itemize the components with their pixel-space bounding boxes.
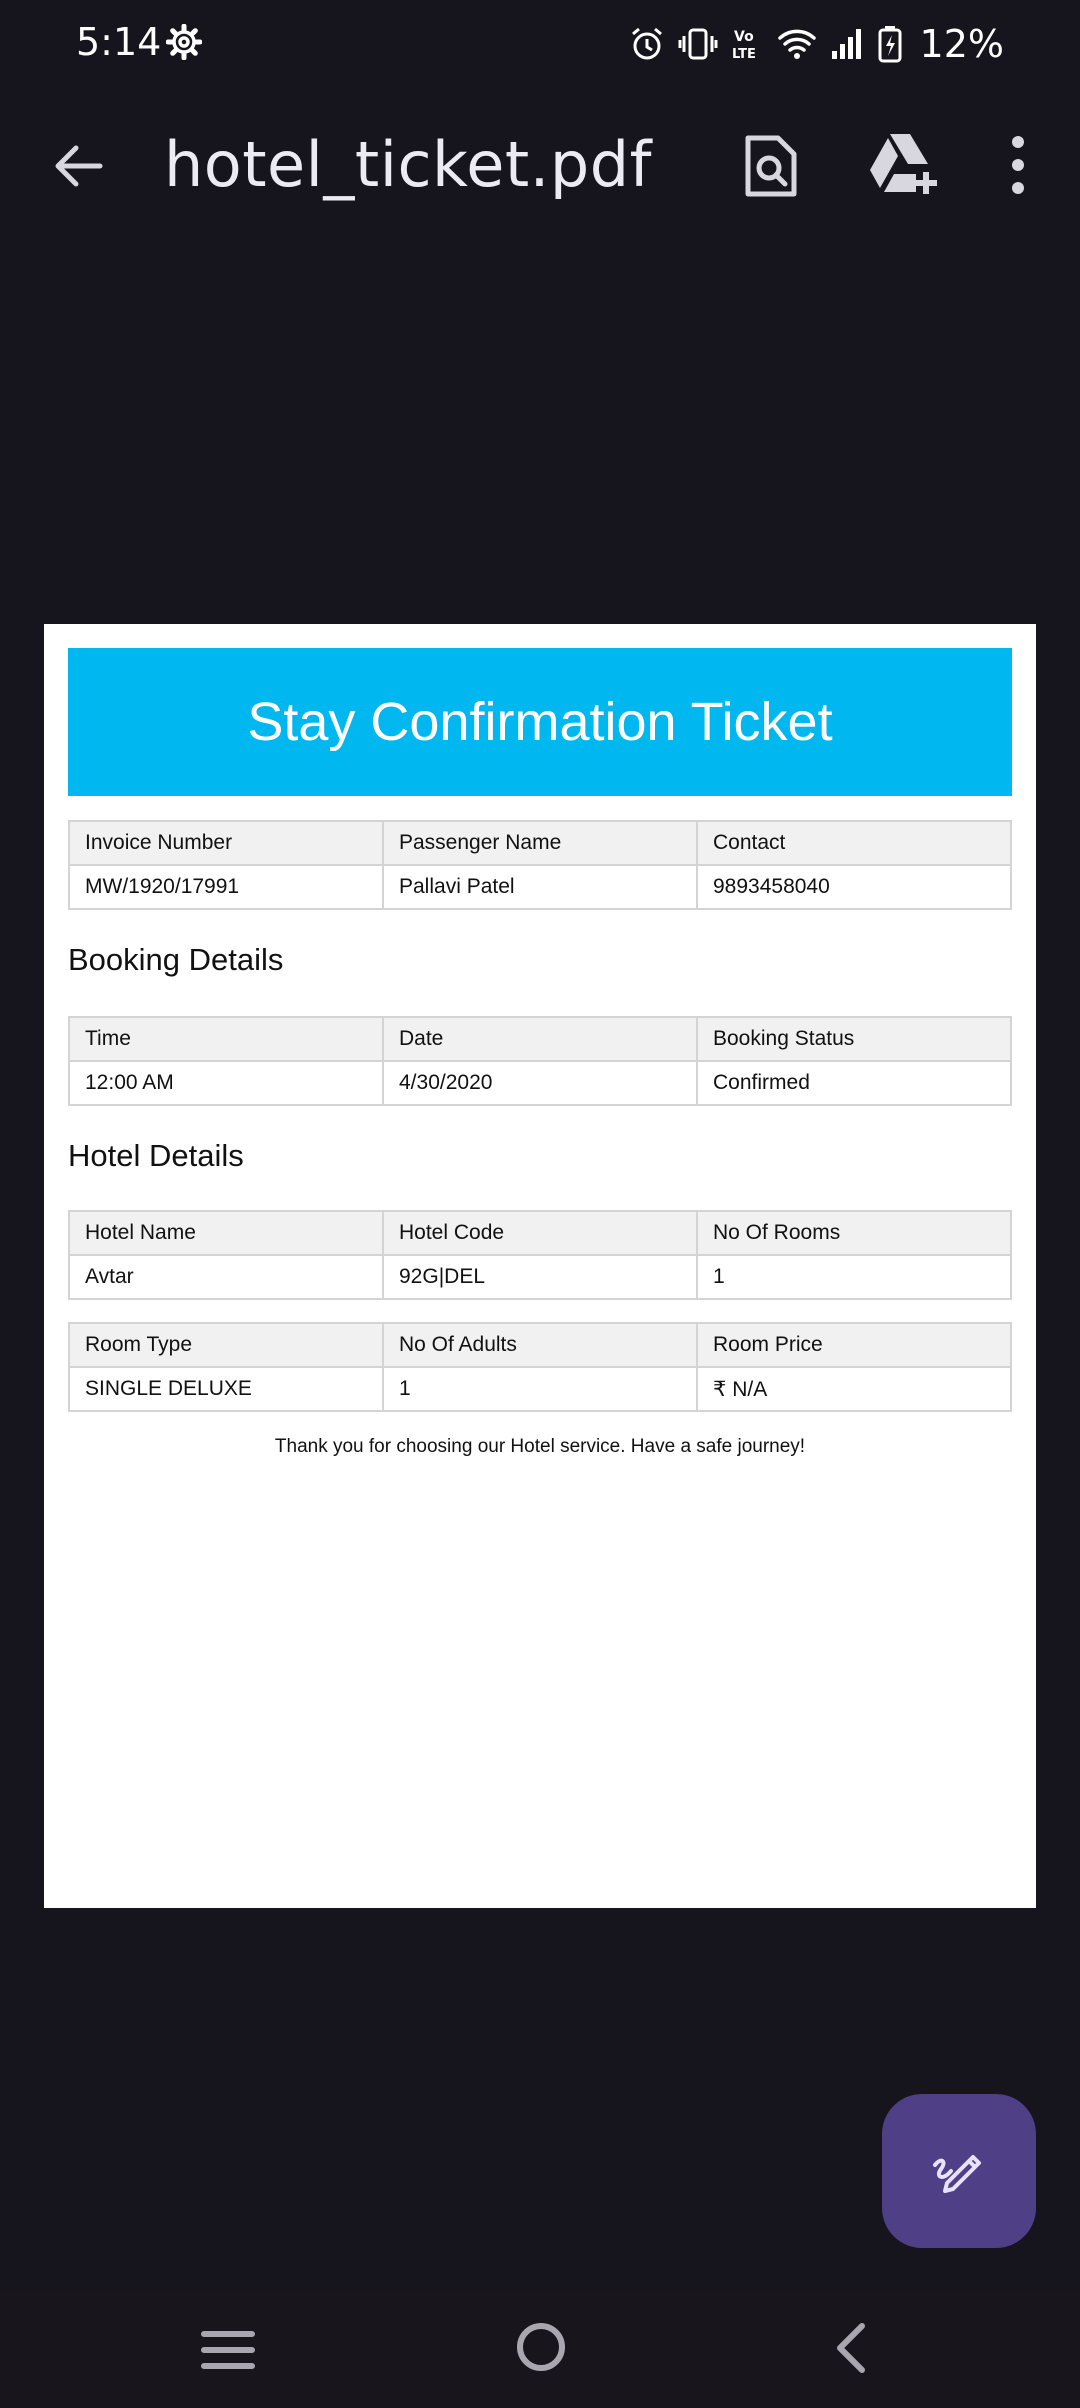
edit-fab-button[interactable] xyxy=(882,2094,1036,2248)
table-cell: MW/1920/17991 xyxy=(68,864,384,910)
table-header-cell: Room Price xyxy=(696,1322,1012,1368)
table-cell: 12:00 AM xyxy=(68,1060,384,1106)
table-cell: 1 xyxy=(696,1254,1012,1300)
document-title: hotel_ticket.pdf xyxy=(164,128,652,201)
banner-title: Stay Confirmation Ticket xyxy=(247,692,833,752)
table-header-row: Invoice Number Passenger Name Contact xyxy=(68,820,1012,866)
table-header-row: Room Type No Of Adults Room Price xyxy=(68,1322,1012,1368)
battery-charging-icon xyxy=(878,25,902,63)
thanks-message: Thank you for choosing our Hotel service… xyxy=(274,1436,806,1457)
table-cell: Pallavi Patel xyxy=(382,864,698,910)
back-chevron-icon[interactable] xyxy=(830,2320,870,2376)
booking-table: Time Date Booking Status 12:00 AM 4/30/2… xyxy=(68,1016,1012,1106)
table-cell: 4/30/2020 xyxy=(382,1060,698,1106)
table-cell: Avtar xyxy=(68,1254,384,1300)
settings-icon xyxy=(165,23,203,61)
search-document-icon[interactable] xyxy=(742,134,802,198)
status-time: 5:14 xyxy=(76,20,162,64)
table-header-cell: Contact xyxy=(696,820,1012,866)
table-header-cell: Invoice Number xyxy=(68,820,384,866)
alarm-icon xyxy=(630,26,664,62)
table-row: SINGLE DELUXE 1 ₹ N/A xyxy=(68,1366,1012,1412)
wifi-icon xyxy=(777,27,816,61)
navigation-bar xyxy=(0,2290,1080,2408)
table-header-cell: No Of Rooms xyxy=(696,1210,1012,1256)
table-row: MW/1920/17991 Pallavi Patel 9893458040 xyxy=(68,864,1012,910)
hotel-section-title: Hotel Details xyxy=(68,1138,244,1173)
table-header-row: Hotel Name Hotel Code No Of Rooms xyxy=(68,1210,1012,1256)
signal-icon xyxy=(830,27,864,61)
ticket-banner: Stay Confirmation Ticket xyxy=(68,648,1012,796)
booking-section-title: Booking Details xyxy=(68,942,284,977)
table-header-row: Time Date Booking Status xyxy=(68,1016,1012,1062)
back-arrow-icon[interactable] xyxy=(48,136,108,196)
screen: 5:14 Vo LTE 12% hotel_ticket.pdf Stay Co… xyxy=(0,0,1080,2408)
table-cell: 1 xyxy=(382,1366,698,1412)
table-header-cell: No Of Adults xyxy=(382,1322,698,1368)
table-cell: ₹ N/A xyxy=(696,1366,1012,1412)
drive-add-icon[interactable] xyxy=(868,132,940,198)
table-header-cell: Passenger Name xyxy=(382,820,698,866)
table-row: 12:00 AM 4/30/2020 Confirmed xyxy=(68,1060,1012,1106)
vibrate-icon xyxy=(678,27,718,61)
table-header-cell: Room Type xyxy=(68,1322,384,1368)
table-header-cell: Hotel Code xyxy=(382,1210,698,1256)
edit-pen-icon xyxy=(929,2139,989,2204)
table-header-cell: Hotel Name xyxy=(68,1210,384,1256)
table-cell: Confirmed xyxy=(696,1060,1012,1106)
more-vertical-icon[interactable] xyxy=(998,132,1038,198)
table-row: Avtar 92G|DEL 1 xyxy=(68,1254,1012,1300)
table-cell: SINGLE DELUXE xyxy=(68,1366,384,1412)
svg-text:LTE: LTE xyxy=(732,47,756,62)
svg-text:Vo: Vo xyxy=(734,29,754,45)
status-bar: 5:14 Vo LTE 12% xyxy=(0,0,1080,90)
home-circle-icon[interactable] xyxy=(514,2320,568,2374)
pdf-page[interactable]: Stay Confirmation Ticket Invoice Number … xyxy=(44,624,1036,1908)
table-cell: 92G|DEL xyxy=(382,1254,698,1300)
hotel-table: Hotel Name Hotel Code No Of Rooms Avtar … xyxy=(68,1210,1012,1300)
status-icons: Vo LTE 12% xyxy=(630,22,1004,66)
table-header-cell: Time xyxy=(68,1016,384,1062)
table-cell: 9893458040 xyxy=(696,864,1012,910)
recents-menu-icon[interactable] xyxy=(200,2326,256,2374)
room-table: Room Type No Of Adults Room Price SINGLE… xyxy=(68,1322,1012,1412)
app-bar: hotel_ticket.pdf xyxy=(0,110,1080,220)
invoice-table: Invoice Number Passenger Name Contact MW… xyxy=(68,820,1012,910)
battery-percent: 12% xyxy=(919,22,1004,66)
table-header-cell: Booking Status xyxy=(696,1016,1012,1062)
table-header-cell: Date xyxy=(382,1016,698,1062)
volte-icon: Vo LTE xyxy=(732,26,764,62)
